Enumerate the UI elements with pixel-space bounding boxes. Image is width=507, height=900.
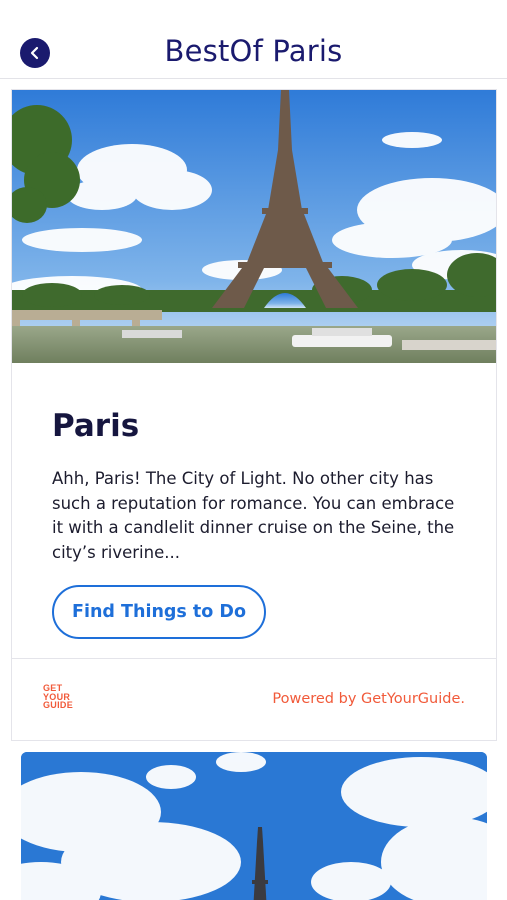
- paris-hero-image: [12, 90, 496, 363]
- destination-card[interactable]: Paris Ahh, Paris! The City of Light. No …: [11, 89, 497, 741]
- destination-description: Ahh, Paris! The City of Light. No other …: [52, 469, 455, 562]
- find-things-to-do-button[interactable]: Find Things to Do: [52, 585, 266, 639]
- getyourguide-logo: GET YOUR GUIDE: [43, 684, 83, 710]
- logo-line-guide: GUIDE: [43, 700, 74, 710]
- card-divider: [12, 658, 496, 659]
- top-bar: BestOf Paris: [0, 0, 507, 79]
- destination-title: Paris: [52, 408, 140, 444]
- powered-by-link[interactable]: Powered by GetYourGuide.: [272, 691, 465, 707]
- eiffel-sky-image: [21, 752, 487, 900]
- next-destination-card[interactable]: [21, 752, 487, 900]
- page-title: BestOf Paris: [164, 34, 343, 68]
